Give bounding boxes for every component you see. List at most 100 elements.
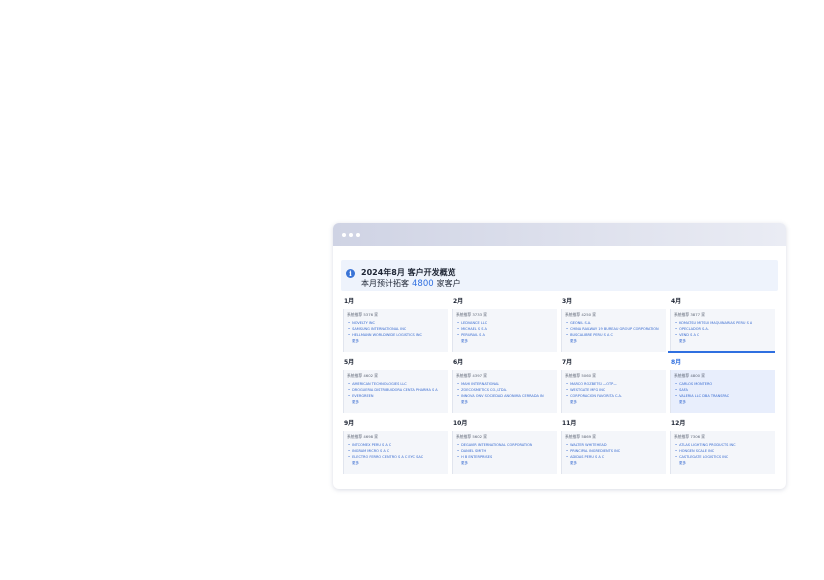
month-cell[interactable]: 1月 系统推荐 5376 家 NOVELTY INC SAMSUNG INTER… <box>341 292 448 352</box>
month-card: 系统推荐 3733 家 LEDVANCE LLC MICHAEL S S A P… <box>452 309 557 352</box>
company-link[interactable]: DANIEL SMITH <box>457 449 486 453</box>
company-link[interactable]: VALERIA LLC DBA TRANSPAC <box>675 394 729 398</box>
month-cell[interactable]: 7月 系统推荐 5060 家 MARCO ROZBETSI —OTP— WEST… <box>559 353 666 413</box>
month-cell-current[interactable]: 8月 系统推荐 4800 家 CARLOS MONTERO SAFA VALER… <box>668 351 775 413</box>
overview-subtitle: 本月预计拓客 4800 家客户 <box>361 278 461 289</box>
company-link[interactable]: GEONIL S.A. <box>566 321 591 325</box>
company-link[interactable]: VEND S A C <box>675 333 699 337</box>
month-card: 系统推荐 4397 家 MAHI INTERNATIONAL ZOECOSMET… <box>452 370 557 413</box>
company-link[interactable]: PRINCIPAL INGREDIENTS INC <box>566 449 620 453</box>
month-label: 11月 <box>562 420 577 427</box>
overview-content: i 2024年8月 客户开发概览 本月预计拓客 4800 家客户 1月 系统推荐… <box>341 260 778 474</box>
recommend-count: 系统推荐 4800 家 <box>674 373 706 378</box>
month-cell[interactable]: 3月 系统推荐 4250 家 GEONIL S.A. CHINA RAILWAY… <box>559 292 666 352</box>
month-card: 系统推荐 5602 家 DEGAVIR INTERNATIONAL CORPOR… <box>452 431 557 474</box>
recommend-count: 系统推荐 5376 家 <box>347 312 379 317</box>
more-link[interactable]: 更多 <box>461 339 468 344</box>
month-cell[interactable]: 6月 系统推荐 4397 家 MAHI INTERNATIONAL ZOECOS… <box>450 353 557 413</box>
recommend-count: 系统推荐 3877 家 <box>674 312 706 317</box>
overview-banner: i 2024年8月 客户开发概览 本月预计拓客 4800 家客户 <box>341 260 778 291</box>
company-link[interactable]: MICHAEL S S A <box>457 327 487 331</box>
company-link[interactable]: ZOECOSMETICS CO.,LTDA. <box>457 388 507 392</box>
month-label: 6月 <box>453 359 464 366</box>
more-link[interactable]: 更多 <box>679 339 686 344</box>
company-link[interactable]: SAMSUNG INTERNATIONAL INC <box>348 327 406 331</box>
company-link[interactable]: DROGUERIA DISTRIBUIDORA CENTA PHARMA S A <box>348 388 438 392</box>
recommend-count: 系统推荐 4698 家 <box>347 434 379 439</box>
company-link[interactable]: MARCO ROZBETSI —OTP— <box>566 382 617 386</box>
more-link[interactable]: 更多 <box>461 400 468 405</box>
company-link[interactable]: ADIDAS PERU S A C <box>566 455 604 459</box>
company-link[interactable]: WALTER WHITEHEAD <box>566 443 606 447</box>
company-link[interactable]: INGRAM MICRO S A C <box>348 449 389 453</box>
company-link[interactable]: CHINA RAILWAY 19 BUREAU GROUP CORPORATIO… <box>566 327 659 331</box>
info-icon: i <box>346 269 355 278</box>
company-link[interactable]: CASTLEGATE LOGISTICS INC <box>675 455 728 459</box>
month-label: 8月 <box>671 359 682 366</box>
company-link[interactable]: PERURAIL S A <box>457 333 485 337</box>
recommend-count: 系统推荐 4602 家 <box>347 373 379 378</box>
more-link[interactable]: 更多 <box>461 461 468 466</box>
company-link[interactable]: EVERGREEN <box>348 394 373 398</box>
window-dot-icon[interactable] <box>342 233 346 237</box>
month-cell[interactable]: 12月 系统推荐 7306 家 ATLAS LIGHTING PRODUCTS … <box>668 414 775 474</box>
company-link[interactable]: LEDVANCE LLC <box>457 321 487 325</box>
company-link[interactable]: HONGEN SCALE INC <box>675 449 714 453</box>
company-link[interactable]: WESTGATE MFG INC <box>566 388 605 392</box>
month-card: 系统推荐 3877 家 KOMATSU MITSUI MAQUINARIAS P… <box>670 309 775 352</box>
company-link[interactable]: OPECLADOR S.A. <box>675 327 709 331</box>
company-link[interactable]: BUSCALIBRE PERU S A C <box>566 333 613 337</box>
company-link[interactable]: DEGAVIR INTERNATIONAL CORPORATION <box>457 443 532 447</box>
window-dot-icon[interactable] <box>349 233 353 237</box>
company-link[interactable]: HELLMANN WORLDWIDE LOGISTICS INC <box>348 333 422 337</box>
month-label: 1月 <box>344 298 355 305</box>
subtitle-suffix: 家客户 <box>436 279 461 288</box>
more-link[interactable]: 更多 <box>570 461 577 466</box>
company-link[interactable]: KOMATSU MITSUI MAQUINARIAS PERU S A <box>675 321 752 325</box>
month-cell[interactable]: 2月 系统推荐 3733 家 LEDVANCE LLC MICHAEL S S … <box>450 292 557 352</box>
company-link[interactable]: MAHI INTERNATIONAL <box>457 382 499 386</box>
company-link[interactable]: SAFA <box>675 388 688 392</box>
company-link[interactable]: H B ENTERPRISES <box>457 455 492 459</box>
month-card: 系统推荐 4800 家 CARLOS MONTERO SAFA VALERIA … <box>670 370 775 413</box>
company-link[interactable]: CORPORACION FAVORITA C.A. <box>566 394 622 398</box>
subtitle-prefix: 本月预计拓客 <box>361 279 409 288</box>
month-cell[interactable]: 4月 系统推荐 3877 家 KOMATSU MITSUI MAQUINARIA… <box>668 292 775 352</box>
window-dot-icon[interactable] <box>356 233 360 237</box>
month-label: 4月 <box>671 298 682 305</box>
month-grid: 1月 系统推荐 5376 家 NOVELTY INC SAMSUNG INTER… <box>341 292 778 474</box>
company-link[interactable]: ATLAS LIGHTING PRODUCTS INC <box>675 443 736 447</box>
month-card: 系统推荐 4250 家 GEONIL S.A. CHINA RAILWAY 19… <box>561 309 666 352</box>
month-cell[interactable]: 5月 系统推荐 4602 家 AMERICAN TECHNOLOGIES LLC… <box>341 353 448 413</box>
month-card: 系统推荐 5869 家 WALTER WHITEHEAD PRINCIPAL I… <box>561 431 666 474</box>
month-card: 系统推荐 4602 家 AMERICAN TECHNOLOGIES LLC DR… <box>343 370 448 413</box>
company-link[interactable]: ELECTRO FERRO CENTRO S A C EYC SAC <box>348 455 423 459</box>
month-label: 3月 <box>562 298 573 305</box>
more-link[interactable]: 更多 <box>679 400 686 405</box>
more-link[interactable]: 更多 <box>352 339 359 344</box>
month-label: 5月 <box>344 359 355 366</box>
recommend-count: 系统推荐 3733 家 <box>456 312 488 317</box>
month-cell[interactable]: 9月 系统推荐 4698 家 INTCOMEX PERU S A C INGRA… <box>341 414 448 474</box>
company-link[interactable]: NOVELTY INC <box>348 321 375 325</box>
company-link[interactable]: CARLOS MONTERO <box>675 382 712 386</box>
company-link[interactable]: INTCOMEX PERU S A C <box>348 443 391 447</box>
month-cell[interactable]: 11月 系统推荐 5869 家 WALTER WHITEHEAD PRINCIP… <box>559 414 666 474</box>
more-link[interactable]: 更多 <box>570 400 577 405</box>
month-cell[interactable]: 10月 系统推荐 5602 家 DEGAVIR INTERNATIONAL CO… <box>450 414 557 474</box>
more-link[interactable]: 更多 <box>352 400 359 405</box>
month-label: 7月 <box>562 359 573 366</box>
company-link[interactable]: AMERICAN TECHNOLOGIES LLC <box>348 382 407 386</box>
month-card: 系统推荐 7306 家 ATLAS LIGHTING PRODUCTS INC … <box>670 431 775 474</box>
more-link[interactable]: 更多 <box>679 461 686 466</box>
month-label: 12月 <box>671 420 686 427</box>
recommend-count: 系统推荐 4250 家 <box>565 312 597 317</box>
recommend-count: 系统推荐 5602 家 <box>456 434 488 439</box>
subtitle-count: 4800 <box>412 279 434 289</box>
company-link[interactable]: INNOVA ONV SOCIEDAD ANONIMA CERRADA IN <box>457 394 544 398</box>
more-link[interactable]: 更多 <box>352 461 359 466</box>
recommend-count: 系统推荐 5060 家 <box>565 373 597 378</box>
month-label: 9月 <box>344 420 355 427</box>
month-label: 2月 <box>453 298 464 305</box>
more-link[interactable]: 更多 <box>570 339 577 344</box>
